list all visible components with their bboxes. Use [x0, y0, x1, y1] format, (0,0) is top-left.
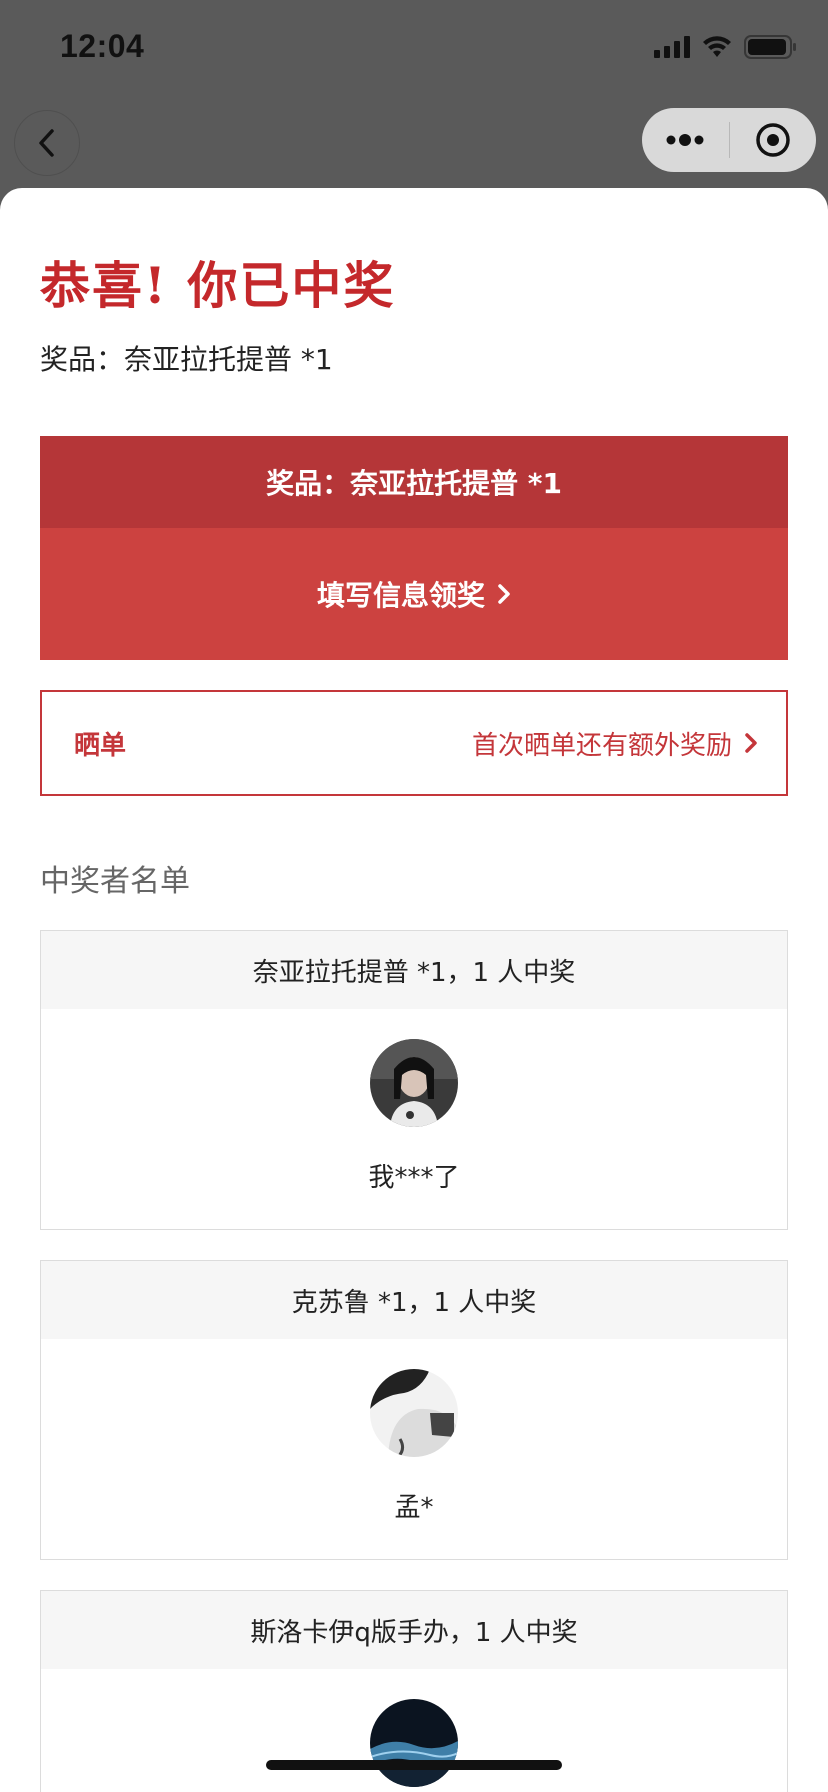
winners-title: 中奖者名单 — [40, 864, 190, 899]
winner-card-heading: 奈亚拉托提普 *1，1 人中奖 — [41, 931, 787, 1009]
more-button[interactable] — [642, 108, 729, 172]
winner-card-body: 孟* — [41, 1339, 787, 1524]
prize-card: 奖品：奈亚拉托提普 *1 填写信息领奖 — [40, 436, 788, 660]
winner-nickname: 孟* — [394, 1493, 434, 1523]
claim-prize-button[interactable]: 填写信息领奖 — [40, 528, 788, 660]
claim-prize-label: 填写信息领奖 — [316, 579, 485, 612]
chevron-right-icon — [745, 733, 757, 753]
share-order-button[interactable]: 晒单 首次晒单还有额外奖励 — [40, 690, 788, 796]
winner-card: 克苏鲁 *1，1 人中奖 孟* — [40, 1260, 788, 1560]
home-indicator — [266, 1760, 562, 1770]
avatar — [370, 1369, 458, 1457]
status-bar: 12:04 — [0, 0, 828, 100]
page-title: 恭喜! 你已中奖 — [40, 256, 396, 315]
target-icon — [756, 123, 790, 157]
winner-card-heading: 克苏鲁 *1，1 人中奖 — [41, 1261, 787, 1339]
status-time: 12:04 — [60, 28, 145, 64]
prize-card-label: 奖品：奈亚拉托提普 *1 — [40, 436, 788, 528]
chevron-right-icon — [498, 584, 510, 604]
avatar — [370, 1039, 458, 1127]
share-note-label: 首次晒单还有额外奖励 — [471, 730, 732, 761]
close-mini-program-button[interactable] — [730, 108, 817, 172]
winner-card-heading: 斯洛卡伊q版手办，1 人中奖 — [41, 1591, 787, 1669]
back-button[interactable] — [14, 110, 80, 176]
mini-program-capsule — [642, 108, 816, 172]
cellular-signal-icon — [654, 36, 690, 58]
chevron-left-icon — [39, 129, 54, 157]
avatar — [370, 1699, 458, 1787]
winner-card: 奈亚拉托提普 *1，1 人中奖 我***了 — [40, 930, 788, 1230]
share-title: 晒单 — [74, 730, 127, 761]
share-note: 首次晒单还有额外奖励 — [472, 725, 758, 762]
winner-nickname: 我***了 — [368, 1163, 460, 1193]
status-icons — [654, 34, 798, 60]
more-dots-icon — [666, 134, 704, 146]
wifi-icon — [703, 36, 731, 57]
prize-summary: 奖品：奈亚拉托提普 *1 — [40, 343, 333, 376]
winner-card-body: 我***了 — [41, 1009, 787, 1194]
battery-icon — [744, 35, 796, 59]
result-sheet: 恭喜! 你已中奖 奖品：奈亚拉托提普 *1 奖品：奈亚拉托提普 *1 填写信息领… — [0, 188, 828, 1792]
